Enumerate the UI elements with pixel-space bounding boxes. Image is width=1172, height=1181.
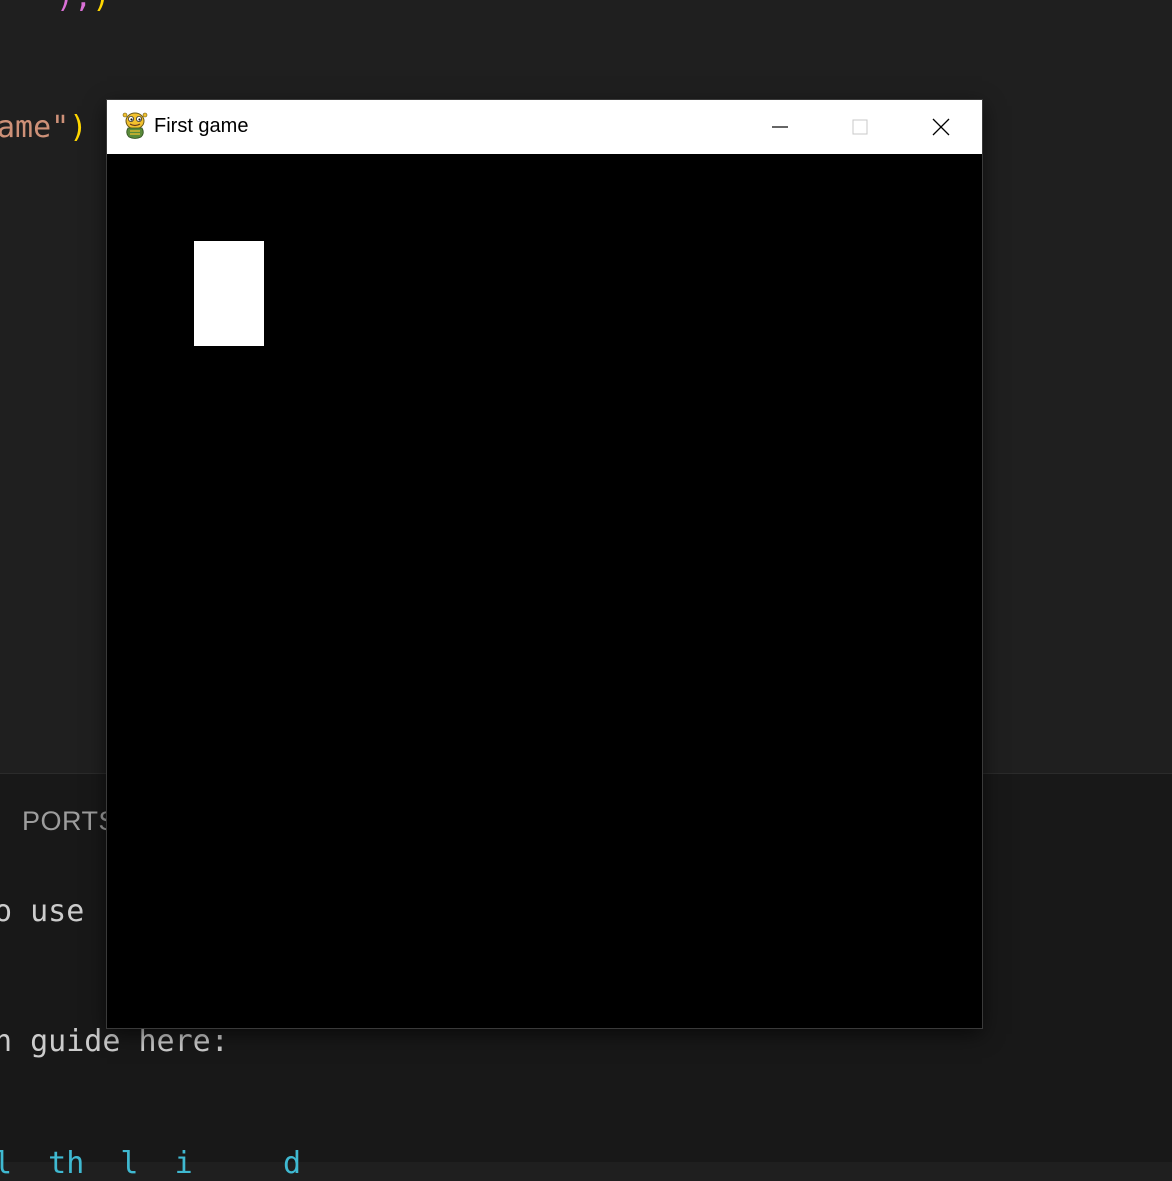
tab-ports[interactable]: PORTS xyxy=(22,806,117,837)
maximize-icon xyxy=(852,119,868,135)
title-bar[interactable]: First game xyxy=(107,100,982,154)
terminal-line: o use xyxy=(0,894,85,929)
code-token-paren: ) xyxy=(92,0,110,15)
terminal-line: n guide here: xyxy=(0,1024,229,1059)
code-line: "),) xyxy=(38,0,110,15)
close-button[interactable] xyxy=(901,100,981,154)
terminal-link[interactable]: l th l i d xyxy=(0,1146,337,1181)
game-window[interactable]: First game xyxy=(107,100,982,1028)
player-rectangle xyxy=(194,241,264,346)
window-title: First game xyxy=(154,115,249,137)
minimize-icon xyxy=(772,126,788,128)
code-line: ame") xyxy=(0,110,87,145)
minimize-button[interactable] xyxy=(740,100,820,154)
close-icon xyxy=(932,118,950,136)
maximize-button[interactable] xyxy=(820,100,900,154)
code-token-paren: ) xyxy=(69,110,88,145)
game-canvas[interactable] xyxy=(107,154,982,1028)
code-token-punctuation: "), xyxy=(38,0,92,15)
code-token-string: ame" xyxy=(0,110,70,145)
pygame-snake-icon xyxy=(122,112,148,139)
